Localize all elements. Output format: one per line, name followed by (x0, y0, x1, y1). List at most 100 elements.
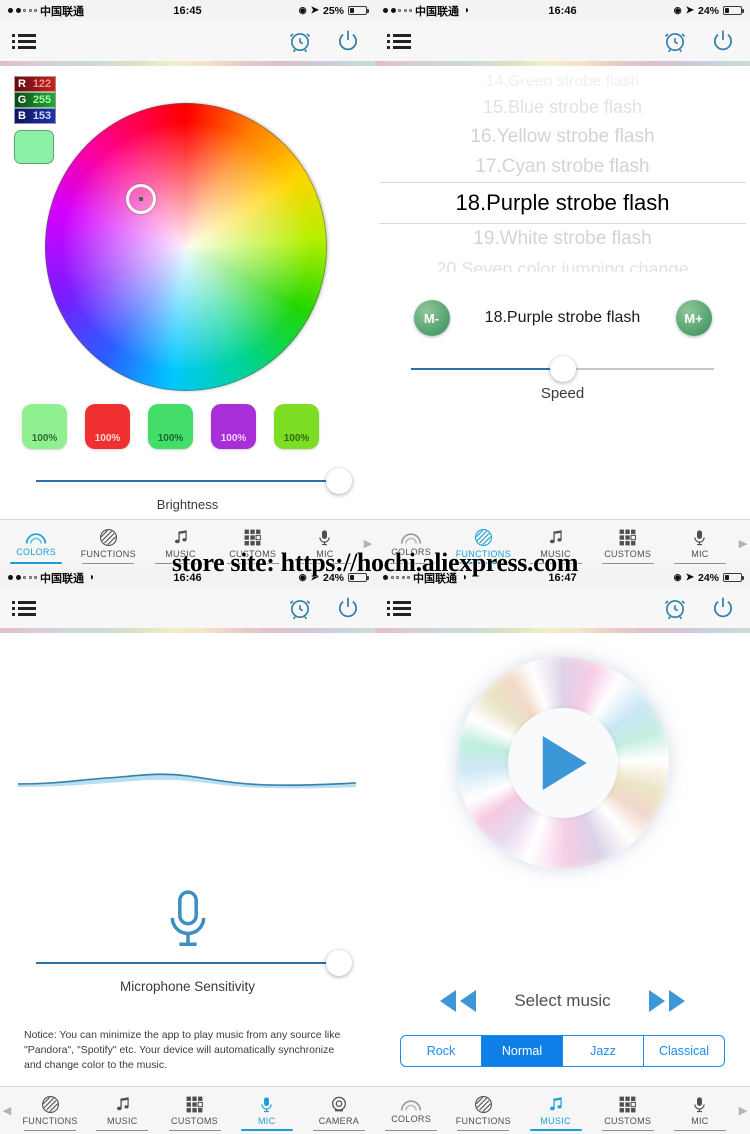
camera-icon (331, 1096, 346, 1112)
status-right: ◉ ➤ 24% (673, 4, 744, 17)
preset-swatch[interactable]: 100% (211, 404, 256, 449)
tab-functions[interactable]: FUNCTIONS (14, 1087, 86, 1134)
picker-item[interactable]: 15.Blue strobe flash (375, 92, 750, 122)
picker-item[interactable]: 14.Green strobe flash (375, 72, 750, 92)
preset-swatch[interactable]: 100% (85, 404, 130, 449)
tab-customs[interactable]: CUSTOMS (592, 1087, 664, 1134)
nav-actions (285, 26, 363, 56)
signal-dots (383, 8, 412, 13)
alarm-icon[interactable] (660, 26, 690, 56)
mode-selector-row: M- 18.Purple strobe flash M+ (375, 300, 750, 336)
power-icon[interactable] (333, 26, 363, 56)
mode-next-button[interactable]: M+ (675, 300, 712, 336)
genre-option-jazz[interactable]: Jazz (563, 1036, 644, 1066)
preset-swatch[interactable]: 100% (22, 404, 67, 449)
slider-knob[interactable] (326, 950, 352, 976)
rainbow-divider (375, 628, 750, 633)
power-icon[interactable] (708, 593, 738, 623)
tab-customs[interactable]: CUSTOMS (158, 1087, 230, 1134)
alarm-icon[interactable] (660, 593, 690, 623)
mic-sensitivity-label: Microphone Sensitivity (119, 979, 256, 994)
brightness-slider-row: Brightness (0, 468, 375, 512)
tab-colors[interactable]: COLORS (375, 1087, 447, 1134)
picker-item[interactable]: 20.Seven color jumping change (375, 254, 750, 272)
alarm-status-icon: ◉ (298, 5, 307, 15)
microphone-icon (694, 530, 706, 546)
picker-item[interactable]: 16.Yellow strobe flash (375, 122, 750, 152)
power-icon[interactable] (708, 26, 738, 56)
preset-swatch-row: 100% 100% 100% 100% 100% (22, 404, 319, 449)
rainbow-icon (25, 532, 47, 544)
preset-swatch[interactable]: 100% (274, 404, 319, 449)
mode-prev-button[interactable]: M- (413, 300, 450, 336)
tab-functions[interactable]: FUNCTIONS (447, 1087, 519, 1134)
tab-label: MUSIC (540, 1116, 571, 1126)
color-wheel[interactable] (42, 103, 330, 391)
tab-mic[interactable]: MIC (231, 1087, 303, 1134)
slider-knob[interactable] (549, 356, 576, 382)
brightness-slider[interactable] (36, 468, 352, 494)
play-pause-disc-button[interactable] (456, 657, 669, 869)
function-picker[interactable]: 14.Green strobe flash 15.Blue strobe fla… (375, 72, 750, 272)
menu-icon[interactable] (387, 600, 411, 616)
store-watermark: store site: https://hochi.aliexpress.com (171, 548, 579, 577)
fast-forward-icon[interactable] (645, 987, 689, 1015)
tab-scroll-left-icon[interactable]: ◀ (0, 1087, 14, 1134)
rainbow-icon (400, 532, 422, 544)
preset-swatch[interactable]: 100% (148, 404, 193, 449)
genre-option-classical[interactable]: Classical (644, 1036, 724, 1066)
menu-icon[interactable] (12, 33, 36, 49)
status-left: 中国联通 ◗ (383, 3, 470, 19)
music-note-icon (549, 1097, 562, 1111)
music-disc-area (375, 657, 750, 869)
brightness-label: Brightness (156, 497, 219, 512)
status-time: 16:46 (548, 4, 577, 17)
genre-option-rock[interactable]: Rock (401, 1036, 482, 1066)
nav-actions (285, 593, 363, 623)
menu-icon[interactable] (12, 600, 36, 616)
tab-mic[interactable]: MIC (664, 1087, 736, 1134)
battery-percent: 25% (322, 4, 344, 17)
rainbow-icon (400, 1099, 422, 1111)
mic-sensitivity-slider[interactable] (36, 950, 352, 976)
genre-option-normal[interactable]: Normal (482, 1036, 563, 1066)
alarm-status-icon: ◉ (673, 5, 682, 15)
tab-camera[interactable]: CAMERA (303, 1087, 375, 1134)
tab-label: MUSIC (107, 1116, 138, 1126)
location-arrow-icon: ➤ (310, 5, 319, 16)
rewind-icon[interactable] (436, 987, 480, 1015)
play-icon (542, 736, 587, 790)
picker-item[interactable]: 19.White strobe flash (375, 224, 750, 254)
current-mode-label: 18.Purple strobe flash (484, 309, 641, 326)
picker-item-selected[interactable]: 18.Purple strobe flash (375, 183, 750, 223)
hatched-circle-icon (99, 529, 117, 546)
notice-text: Notice: You can minimize the app to play… (24, 1029, 341, 1071)
power-icon[interactable] (333, 593, 363, 623)
tab-music[interactable]: MUSIC (519, 1087, 591, 1134)
alarm-icon[interactable] (285, 26, 315, 56)
color-wheel-marker[interactable] (126, 184, 156, 214)
tab-music[interactable]: MUSIC (86, 1087, 158, 1134)
battery-percent: 24% (697, 4, 719, 17)
rainbow-divider (375, 61, 750, 66)
slider-fill (36, 480, 339, 482)
rgb-row-red: R 122 (14, 76, 56, 92)
nav-actions (660, 593, 738, 623)
select-music-label: Select music (514, 991, 611, 1010)
battery-icon (723, 5, 744, 16)
tab-label: CAMERA (318, 1116, 360, 1126)
signal-dots (8, 8, 37, 13)
rgb-red-key: R (18, 78, 26, 90)
audio-waveform (18, 773, 356, 789)
picker-item[interactable]: 17.Cyan strobe flash (375, 152, 750, 182)
status-right: ◉ ➤ 25% (298, 4, 369, 17)
alarm-icon[interactable] (285, 593, 315, 623)
tab-scroll-right-icon[interactable]: ▶ (736, 1087, 750, 1134)
menu-icon[interactable] (387, 33, 411, 49)
color-wheel-gradient[interactable] (45, 103, 327, 391)
slider-fill (411, 368, 563, 370)
microphone-large-icon (0, 887, 375, 951)
battery-icon (348, 5, 369, 16)
speed-slider[interactable] (411, 356, 714, 382)
slider-knob[interactable] (326, 468, 352, 494)
